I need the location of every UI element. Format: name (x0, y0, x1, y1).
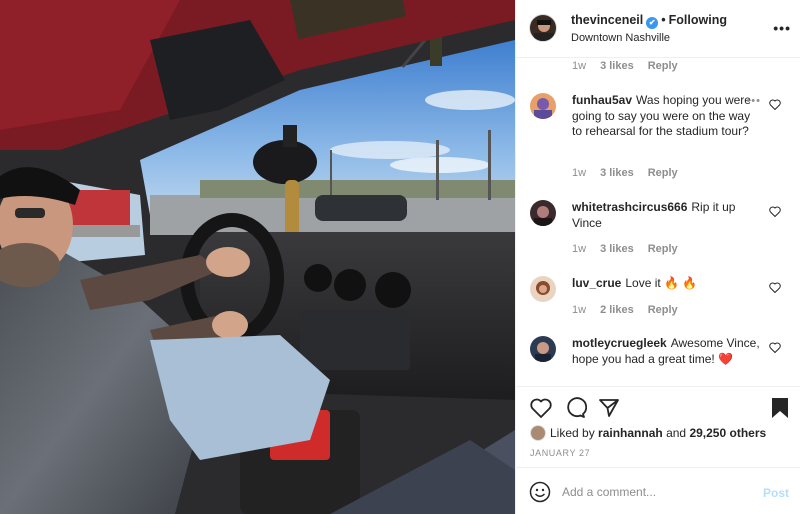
comment-meta: 1w 3 likes Reply (572, 243, 692, 255)
comment-like-icon[interactable] (769, 342, 781, 356)
post-author: thevinceneil ✔ • Following (571, 13, 727, 29)
add-comment-bar: Post (516, 467, 800, 514)
share-icon[interactable] (597, 396, 621, 420)
comment-like-icon[interactable] (769, 206, 781, 220)
comment-text: funhau5av Was hoping you were going to sa… (572, 93, 760, 140)
commenter-username[interactable]: whitetrashcircus666 (572, 200, 687, 214)
separator: • (661, 13, 666, 27)
liker-username[interactable]: rainhannah (598, 426, 663, 440)
post-side-panel: thevinceneil ✔ • Following Downtown Nashvil… (515, 0, 800, 514)
car-interior-photo (0, 0, 515, 514)
post-actions: Liked by rainhannah and 29,250 others JA… (516, 386, 800, 466)
likes-and: and (666, 426, 687, 440)
following-button[interactable]: Following (669, 13, 727, 27)
post-button[interactable]: Post (763, 486, 789, 500)
comment-time: 1w (572, 167, 587, 179)
comments-list[interactable]: 1w 3 likes Reply funhau5av Was hoping you w… (516, 58, 800, 385)
comment-likes[interactable]: 2 likes (600, 304, 634, 316)
comment-meta: 1w 2 likes Reply (572, 304, 692, 316)
commenter-avatar[interactable] (530, 276, 556, 302)
comment-time: 1w (572, 60, 587, 72)
reply-button[interactable]: Reply (648, 60, 678, 72)
liker-avatar[interactable] (530, 425, 546, 441)
comment-time: 1w (572, 304, 587, 316)
comment-options-icon[interactable]: ••• (746, 95, 761, 107)
comment-text: motleycruegleek Awesome Vince, hope you h… (572, 336, 760, 367)
commenter-avatar[interactable] (530, 200, 556, 226)
author-username[interactable]: thevinceneil (571, 13, 643, 27)
comment-meta: 1w 3 likes Reply (572, 60, 692, 72)
comment-input[interactable] (562, 481, 752, 503)
comment-likes[interactable]: 3 likes (600, 60, 634, 72)
post-header: thevinceneil ✔ • Following Downtown Nashvil… (516, 0, 800, 58)
comment-text: luv_crue Love it 🔥 🔥 (572, 276, 760, 292)
bookmark-icon[interactable] (769, 396, 793, 420)
comment-likes[interactable]: 3 likes (600, 167, 634, 179)
post-date: JANUARY 27 (530, 448, 591, 458)
commenter-avatar[interactable] (530, 93, 556, 119)
more-options-icon[interactable]: ••• (773, 20, 791, 36)
commenter-username[interactable]: luv_crue (572, 276, 621, 290)
comment-meta: 1w 3 likes Reply (572, 167, 692, 179)
commenter-username[interactable]: motleycruegleek (572, 336, 667, 350)
comment-like-icon[interactable] (769, 99, 781, 113)
comment-icon[interactable] (563, 396, 588, 420)
commenter-username[interactable]: funhau5av (572, 93, 632, 107)
reply-button[interactable]: Reply (648, 167, 678, 179)
avatar[interactable] (529, 14, 557, 42)
likes-prefix: Liked by (550, 426, 595, 440)
reply-button[interactable]: Reply (648, 243, 678, 255)
likes-count[interactable]: 29,250 others (689, 426, 766, 440)
comment-likes[interactable]: 3 likes (600, 243, 634, 255)
comment-like-icon[interactable] (769, 282, 781, 296)
location-link[interactable]: Downtown Nashville (571, 32, 670, 44)
comment-time: 1w (572, 243, 587, 255)
comment-body: Love it 🔥 🔥 (625, 276, 698, 290)
likes-summary: Liked by rainhannah and 29,250 others (530, 425, 766, 441)
commenter-avatar[interactable] (530, 336, 556, 362)
verified-badge-icon: ✔ (646, 17, 659, 29)
reply-button[interactable]: Reply (648, 304, 678, 316)
emoji-smile-icon[interactable] (529, 481, 551, 506)
heart-icon[interactable] (529, 396, 553, 420)
comment-text: whitetrashcircus666 Rip it up Vince (572, 200, 760, 231)
post-photo[interactable] (0, 0, 515, 514)
